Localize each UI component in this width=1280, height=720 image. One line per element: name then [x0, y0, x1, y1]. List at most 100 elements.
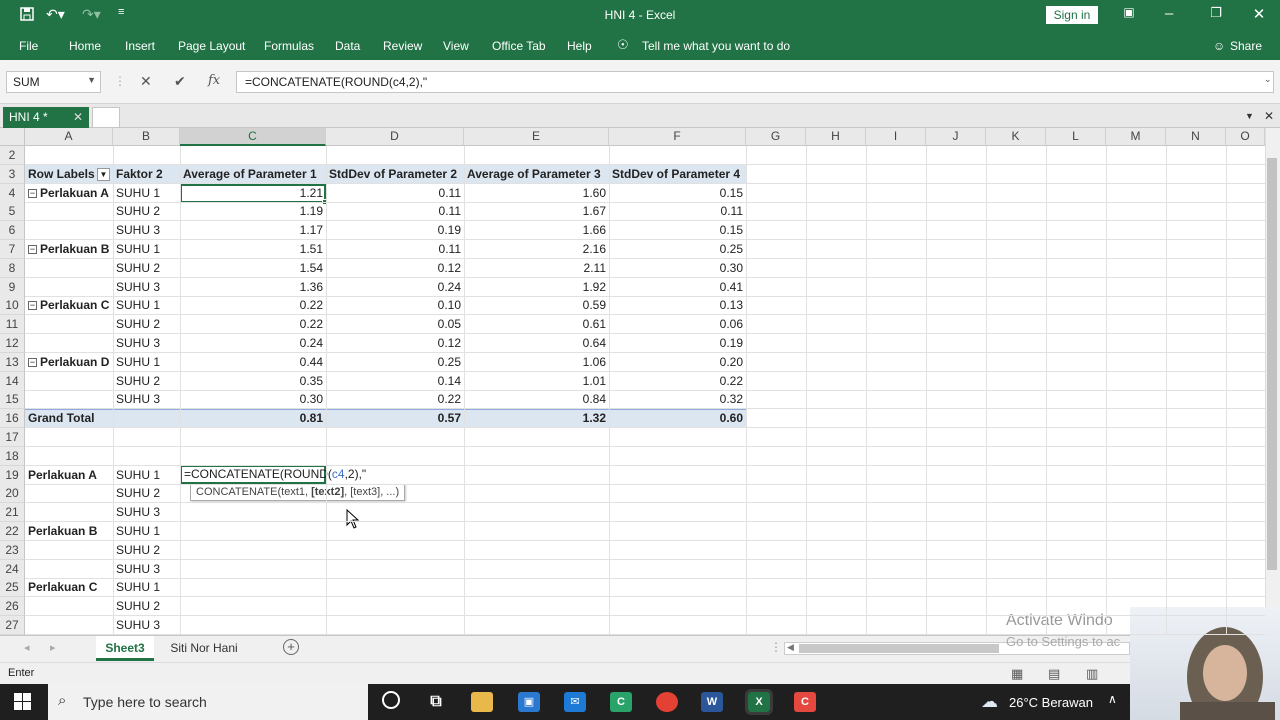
next-sheet-icon[interactable]: ▸	[50, 641, 56, 654]
pivot-value-cell[interactable]: 0.64	[464, 334, 609, 353]
word-icon[interactable]: W	[701, 692, 723, 712]
lower-faktor-cell[interactable]: SUHU 3	[113, 560, 180, 579]
row-header-21[interactable]: 21	[0, 503, 25, 522]
page-break-preview-icon[interactable]: ▥	[1086, 666, 1098, 682]
formula-input[interactable]: =CONCATENATE(ROUND(c4,2),"	[236, 71, 1274, 93]
prev-sheet-icon[interactable]: ◂	[24, 641, 30, 654]
pivot-value-cell[interactable]: 0.12	[326, 334, 464, 353]
grand-total-param2[interactable]: 0.57	[326, 409, 464, 428]
tell-me-box[interactable]: Tell me what you want to do	[642, 39, 790, 53]
close-tab-icon[interactable]: ✕	[73, 110, 83, 124]
pivot-header-faktor[interactable]: Faktor 2	[113, 165, 180, 184]
column-header-a[interactable]: A	[25, 128, 113, 146]
pivot-value-cell[interactable]: 0.30	[180, 390, 326, 409]
row-header-19[interactable]: 19	[0, 466, 25, 485]
row-header-6[interactable]: 6	[0, 221, 25, 240]
pivot-header-param2[interactable]: StdDev of Parameter 2	[326, 165, 464, 184]
tab-list-dropdown-icon[interactable]: ▼	[1245, 111, 1254, 121]
select-all-corner[interactable]	[0, 128, 25, 146]
lower-group-label[interactable]: Perlakuan B	[25, 522, 113, 541]
tab-file[interactable]: File	[19, 39, 38, 53]
pivot-value-cell[interactable]: 1.17	[180, 221, 326, 240]
column-header-e[interactable]: E	[464, 128, 609, 146]
pivot-value-cell[interactable]: 0.06	[609, 315, 746, 334]
tab-view[interactable]: View	[443, 39, 469, 53]
row-header-23[interactable]: 23	[0, 541, 25, 560]
pivot-value-cell[interactable]: 1.51	[180, 240, 326, 259]
pivot-value-cell[interactable]: 0.22	[180, 315, 326, 334]
normal-view-icon[interactable]: ▦	[1011, 666, 1023, 682]
weather-text[interactable]: 26°C Berawan	[1009, 695, 1093, 710]
pivot-faktor-cell[interactable]: SUHU 2	[113, 372, 180, 391]
grand-total-param3[interactable]: 1.32	[464, 409, 609, 428]
tab-office-tab[interactable]: Office Tab	[492, 39, 546, 53]
tab-data[interactable]: Data	[335, 39, 360, 53]
pivot-group-label[interactable]: − Perlakuan D	[25, 353, 113, 372]
row-header-26[interactable]: 26	[0, 597, 25, 616]
cancel-icon[interactable]: ✕	[140, 73, 152, 90]
row-header-5[interactable]: 5	[0, 202, 25, 221]
pivot-value-cell[interactable]: 0.59	[464, 296, 609, 315]
pivot-value-cell[interactable]: 1.60	[464, 184, 609, 203]
pivot-value-cell[interactable]: 0.32	[609, 390, 746, 409]
pivot-faktor-cell[interactable]: SUHU 3	[113, 390, 180, 409]
pivot-faktor-cell[interactable]: SUHU 1	[113, 240, 180, 259]
pivot-value-cell[interactable]: 0.24	[180, 334, 326, 353]
pivot-faktor-cell[interactable]: SUHU 1	[113, 184, 180, 203]
pivot-value-cell[interactable]: 0.12	[326, 259, 464, 278]
pivot-value-cell[interactable]: 0.44	[180, 353, 326, 372]
share-icon[interactable]: ☺	[1213, 39, 1225, 53]
row-header-13[interactable]: 13	[0, 353, 25, 372]
filter-dropdown-icon[interactable]: ▼	[97, 168, 110, 181]
pivot-faktor-cell[interactable]: SUHU 3	[113, 278, 180, 297]
row-header-24[interactable]: 24	[0, 560, 25, 579]
pivot-value-cell[interactable]: 0.20	[609, 353, 746, 372]
pivot-value-cell[interactable]: 0.24	[326, 278, 464, 297]
pivot-faktor-cell[interactable]: SUHU 2	[113, 259, 180, 278]
row-header-20[interactable]: 20	[0, 484, 25, 503]
mail-icon[interactable]: ✉	[564, 692, 586, 712]
pivot-faktor-cell[interactable]: SUHU 3	[113, 221, 180, 240]
pivot-value-cell[interactable]: 0.41	[609, 278, 746, 297]
pivot-faktor-cell[interactable]: SUHU 1	[113, 296, 180, 315]
sheet-tab-sheet3[interactable]: Sheet3	[96, 636, 154, 661]
pivot-value-cell[interactable]: 1.06	[464, 353, 609, 372]
pivot-value-cell[interactable]: 1.67	[464, 202, 609, 221]
pivot-header-param4[interactable]: StdDev of Parameter 4	[609, 165, 746, 184]
tab-insert[interactable]: Insert	[125, 39, 155, 53]
new-workbook-tab[interactable]	[92, 107, 120, 128]
microsoft-store-icon[interactable]: ▣	[518, 692, 540, 712]
camtasia-recorder-icon[interactable]: C	[794, 692, 816, 712]
row-header-14[interactable]: 14	[0, 372, 25, 391]
column-header-n[interactable]: N	[1166, 128, 1226, 146]
tab-formulas[interactable]: Formulas	[264, 39, 314, 53]
pivot-value-cell[interactable]: 1.54	[180, 259, 326, 278]
pivot-group-label[interactable]: − Perlakuan C	[25, 296, 113, 315]
name-box[interactable]: SUM ▼	[6, 71, 101, 93]
pivot-group-label[interactable]: − Perlakuan A	[25, 184, 113, 203]
collapse-minus-icon[interactable]: −	[28, 245, 37, 254]
pivot-value-cell[interactable]: 0.11	[609, 202, 746, 221]
pivot-value-cell[interactable]: 2.11	[464, 259, 609, 278]
pivot-faktor-cell[interactable]: SUHU 2	[113, 315, 180, 334]
row-header-16[interactable]: 16	[0, 409, 25, 428]
sign-in-button[interactable]: Sign in	[1046, 6, 1098, 24]
tab-help[interactable]: Help	[567, 39, 592, 53]
horizontal-scroll-thumb[interactable]	[799, 644, 999, 653]
tab-home[interactable]: Home	[69, 39, 101, 53]
pivot-value-cell[interactable]: 0.19	[609, 334, 746, 353]
restore-icon[interactable]: ❐	[1206, 5, 1226, 21]
enter-check-icon[interactable]: ✔	[174, 73, 186, 90]
row-header-7[interactable]: 7	[0, 240, 25, 259]
column-header-l[interactable]: L	[1046, 128, 1106, 146]
pivot-value-cell[interactable]: 0.10	[326, 296, 464, 315]
pivot-faktor-cell[interactable]: SUHU 3	[113, 334, 180, 353]
pivot-value-cell[interactable]: 0.84	[464, 390, 609, 409]
function-tooltip[interactable]: CONCATENATE(text1, [text2], [text3], ...…	[190, 484, 406, 501]
editing-cell-c19[interactable]: =CONCATENATE(ROUND(c4,2),"	[180, 465, 366, 484]
pivot-value-cell[interactable]: 0.14	[326, 372, 464, 391]
pivot-value-cell[interactable]: 0.22	[180, 296, 326, 315]
pivot-value-cell[interactable]: 0.61	[464, 315, 609, 334]
vertical-scroll-thumb[interactable]	[1267, 158, 1277, 570]
column-header-j[interactable]: J	[926, 128, 986, 146]
